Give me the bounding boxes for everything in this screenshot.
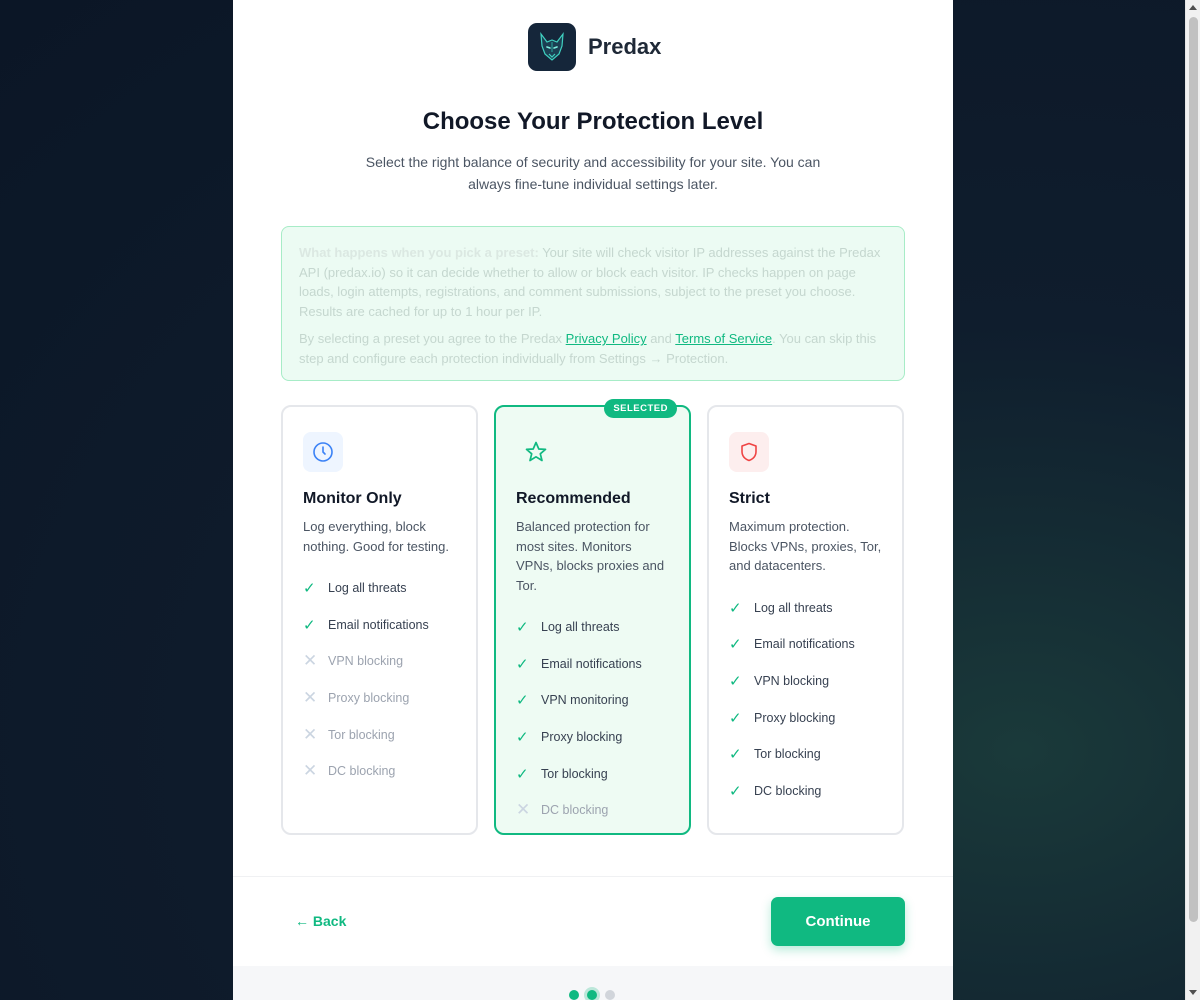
notice-paragraph: What happens when you pick a preset: You…: [299, 243, 887, 321]
check-icon: ✓: [729, 672, 742, 690]
wolf-logo-icon: [528, 23, 576, 71]
feature-label: Log all threats: [754, 600, 833, 615]
feature-item: ✕ DC blocking: [303, 753, 456, 790]
feature-item: ✕ DC blocking: [516, 792, 669, 829]
page-title: Choose Your Protection Level: [422, 108, 764, 135]
scrollbar-thumb[interactable]: [1189, 17, 1198, 922]
preset-card-monitor-only[interactable]: Monitor Only Log everything, block nothi…: [281, 405, 478, 835]
feature-item: ✓ Proxy blocking: [729, 699, 882, 736]
card-title: Monitor Only: [303, 490, 402, 507]
feature-item: ✓ Email notifications: [729, 626, 882, 663]
cross-icon: ✕: [516, 800, 531, 820]
selected-badge: SELECTED: [604, 399, 677, 418]
check-icon: ✓: [516, 765, 529, 783]
check-icon: ✓: [729, 599, 742, 617]
feature-item: ✕ Proxy blocking: [303, 680, 456, 717]
feature-label: DC blocking: [328, 764, 396, 779]
check-icon: ✓: [729, 782, 742, 800]
footer-divider: [233, 876, 953, 877]
feature-item: ✕ VPN blocking: [303, 643, 456, 680]
check-icon: ✓: [729, 636, 742, 654]
check-icon: ✓: [516, 692, 529, 710]
feature-label: Proxy blocking: [541, 730, 623, 745]
feature-item: ✓ Log all threats: [303, 570, 456, 607]
feature-label: DC blocking: [541, 803, 609, 818]
feature-label: Tor blocking: [754, 747, 821, 762]
feature-label: Proxy blocking: [328, 691, 410, 706]
feature-label: Proxy blocking: [754, 710, 836, 725]
check-icon: ✓: [303, 580, 316, 598]
scroll-up-arrow-icon[interactable]: [1189, 5, 1197, 10]
agreement-and: and: [646, 331, 676, 347]
notice-lead: What happens when you pick a preset:: [299, 245, 539, 260]
cross-icon: ✕: [303, 651, 318, 671]
feature-label: VPN monitoring: [541, 693, 629, 708]
shield-icon: [729, 432, 769, 472]
feature-list: ✓ Log all threats ✓ Email notifications ✓ V…: [516, 609, 669, 829]
cross-icon: ✕: [303, 688, 318, 708]
feature-list: ✓ Log all threats ✓ Email notifications ✓ V…: [729, 590, 882, 810]
feature-item: ✓ Email notifications: [303, 607, 456, 644]
feature-label: DC blocking: [754, 783, 822, 798]
terms-of-service-link[interactable]: Terms of Service: [675, 331, 772, 346]
check-icon: ✓: [516, 655, 529, 673]
feature-label: Log all threats: [541, 620, 620, 635]
step-dot-1: [569, 990, 579, 1000]
feature-label: Email notifications: [541, 656, 642, 671]
back-button[interactable]: ← Back: [295, 913, 346, 929]
step-dot-3: [605, 990, 615, 1000]
feature-item: ✓ Tor blocking: [516, 755, 669, 792]
feature-label: Email notifications: [754, 637, 855, 652]
feature-item: ✓ Log all threats: [516, 609, 669, 646]
check-icon: ✓: [303, 616, 316, 634]
feature-label: Tor blocking: [541, 766, 608, 781]
feature-item: ✓ VPN monitoring: [516, 682, 669, 719]
cross-icon: ✕: [303, 761, 318, 781]
preset-notice: What happens when you pick a preset: You…: [281, 226, 905, 381]
feature-item: ✓ Log all threats: [729, 590, 882, 627]
card-description: Log everything, block nothing. Good for …: [303, 519, 449, 554]
star-icon: [516, 432, 556, 472]
check-icon: ✓: [729, 746, 742, 764]
continue-button[interactable]: Continue: [771, 897, 905, 946]
onboarding-panel: Predax Choose Your Protection Level Sele…: [233, 0, 953, 1000]
check-icon: ✓: [516, 729, 529, 747]
feature-item: ✓ Email notifications: [516, 646, 669, 683]
card-title: Recommended: [516, 490, 631, 507]
step-indicator: [569, 990, 615, 1000]
preset-card-recommended[interactable]: SELECTED Recommended Balanced protection…: [494, 399, 691, 835]
brand-name: Predax: [588, 34, 662, 59]
step-dot-2: [587, 990, 597, 1000]
card-title: Strict: [729, 490, 770, 507]
feature-item: ✓ VPN blocking: [729, 663, 882, 700]
agreement-prefix: By selecting a preset you agree to the P…: [299, 331, 566, 347]
feature-item: ✕ Tor blocking: [303, 716, 456, 753]
feature-item: ✓ Proxy blocking: [516, 719, 669, 756]
scroll-down-arrow-icon[interactable]: [1189, 990, 1197, 995]
check-icon: ✓: [516, 619, 529, 637]
card-description: Balanced protection for most sites. Moni…: [516, 519, 665, 593]
feature-label: Log all threats: [328, 581, 407, 596]
feature-label: Email notifications: [328, 617, 429, 632]
feature-item: ✓ Tor blocking: [729, 736, 882, 773]
notice-agreement: By selecting a preset you agree to the P…: [299, 329, 887, 368]
clock-icon: [303, 432, 343, 472]
page-scrollbar[interactable]: [1185, 0, 1200, 1000]
feature-list: ✓ Log all threats ✓ Email notifications ✕ V…: [303, 570, 456, 790]
feature-label: VPN blocking: [328, 654, 404, 669]
page-subtitle: Select the right balance of security and…: [365, 154, 821, 192]
cross-icon: ✕: [303, 724, 318, 744]
brand: Predax: [528, 23, 661, 71]
feature-item: ✓ DC blocking: [729, 772, 882, 809]
card-description: Maximum protection. Blocks VPNs, proxies…: [729, 519, 882, 573]
privacy-policy-link[interactable]: Privacy Policy: [566, 331, 647, 346]
feature-label: VPN blocking: [754, 673, 830, 688]
feature-label: Tor blocking: [328, 727, 395, 742]
preset-card-strict[interactable]: Strict Maximum protection. Blocks VPNs, …: [707, 405, 904, 835]
check-icon: ✓: [729, 709, 742, 727]
